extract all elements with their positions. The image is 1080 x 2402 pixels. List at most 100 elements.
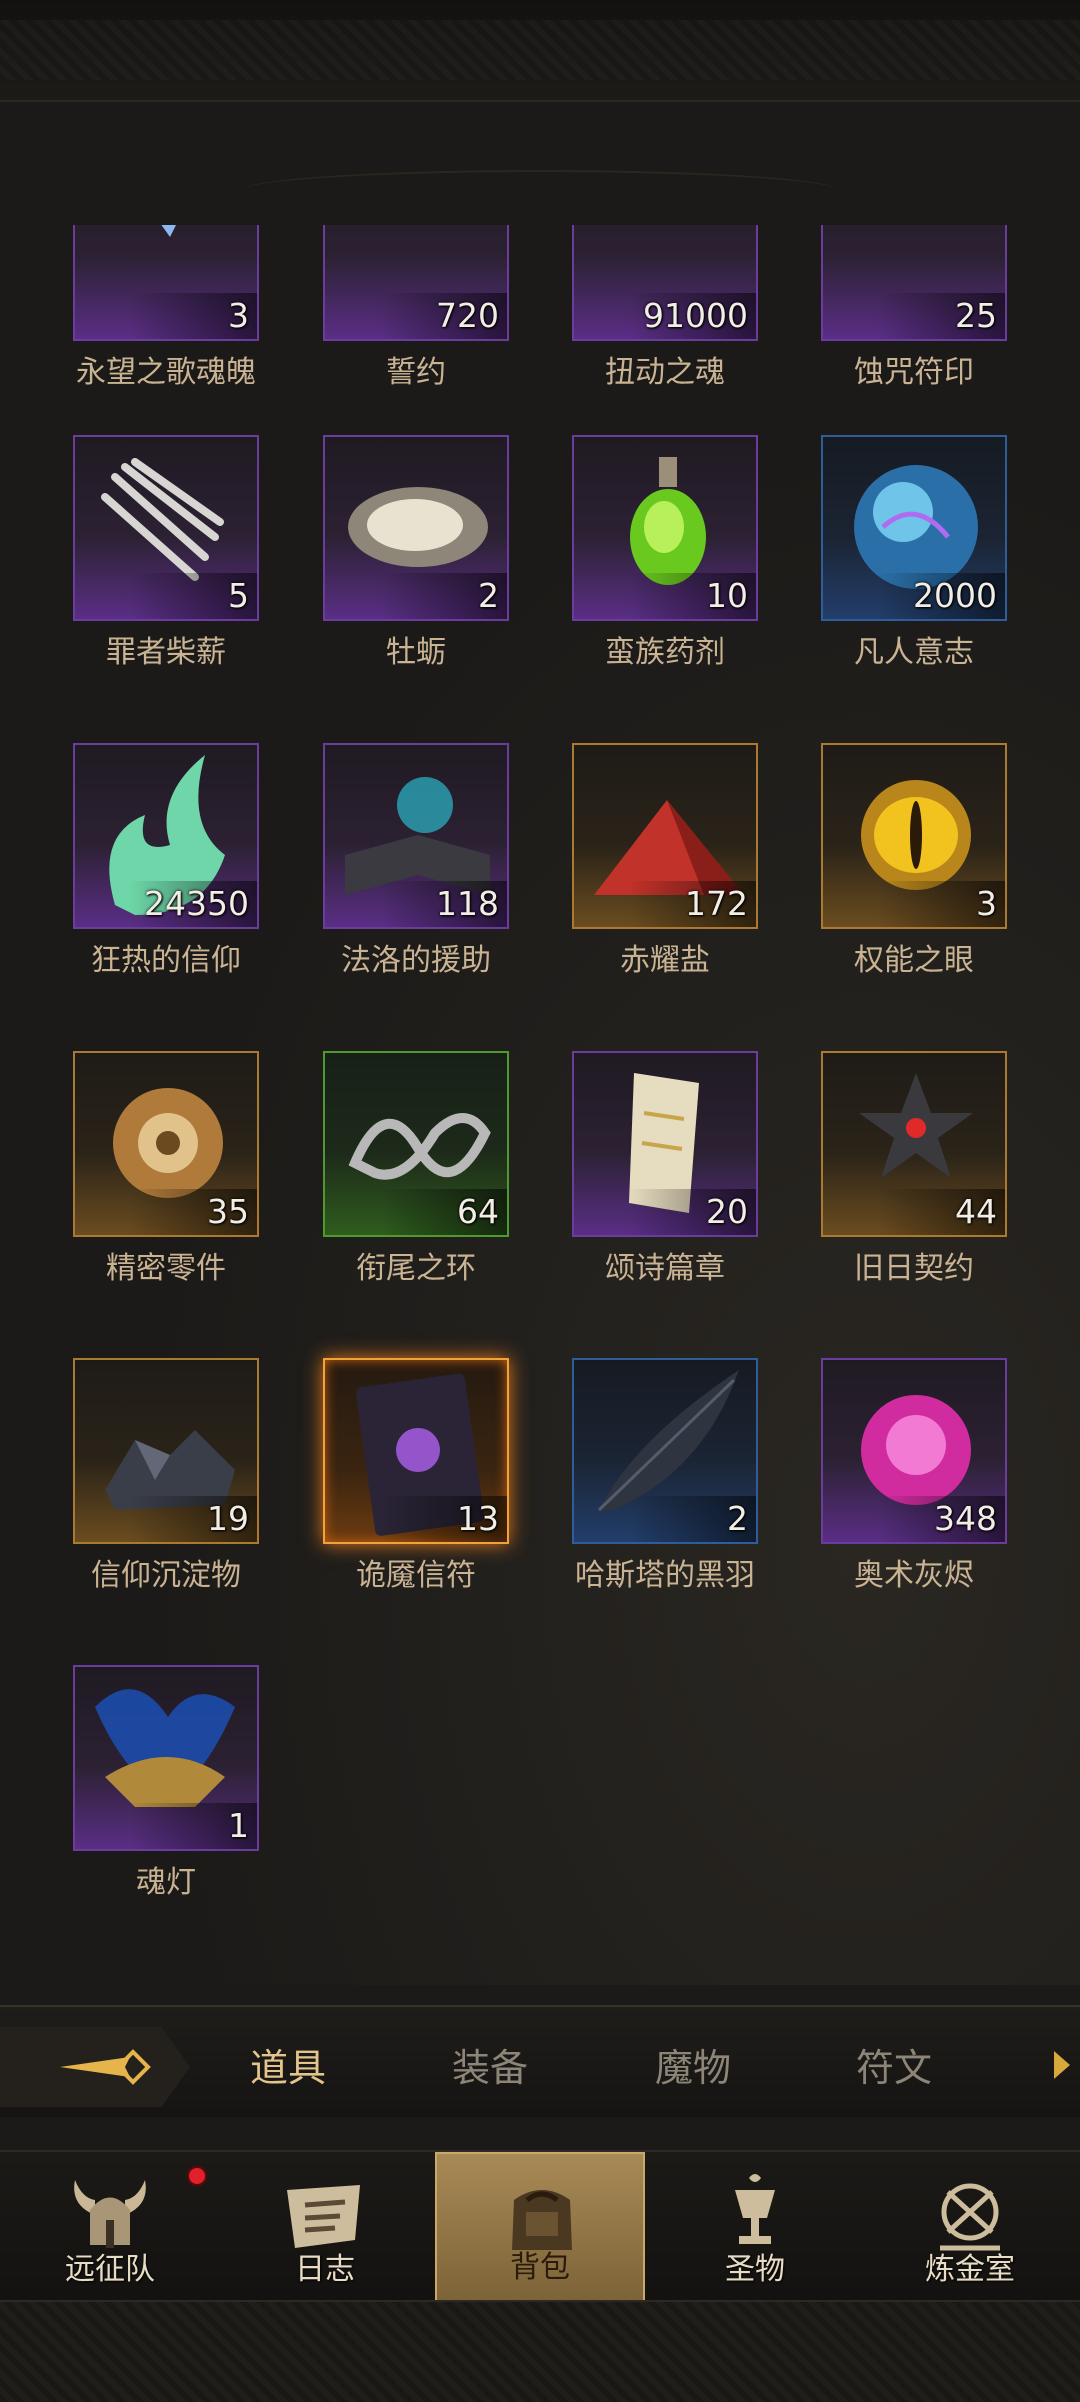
item-count: 720 bbox=[436, 296, 499, 335]
top-frame bbox=[0, 0, 1080, 102]
inventory-item[interactable]: 172 赤耀盐 bbox=[572, 743, 758, 978]
item-name: 永望之歌魂魄 bbox=[76, 355, 256, 390]
item-name: 奥术灰烬 bbox=[854, 1558, 974, 1593]
inventory-item[interactable]: 348 奥术灰烬 bbox=[821, 1358, 1007, 1593]
item-count: 24350 bbox=[144, 884, 249, 923]
item-slot[interactable]: 172 bbox=[572, 743, 758, 929]
item-name: 牡蛎 bbox=[386, 635, 446, 670]
item-count: 20 bbox=[706, 1192, 748, 1231]
item-slot[interactable]: 35 bbox=[73, 1051, 259, 1237]
item-name: 精密零件 bbox=[106, 1251, 226, 1286]
item-slot[interactable]: 2000 bbox=[821, 435, 1007, 621]
item-name: 衔尾之环 bbox=[356, 1251, 476, 1286]
nav-backpack[interactable]: 背包 bbox=[435, 2152, 645, 2302]
item-slot[interactable]: 3 bbox=[73, 225, 259, 341]
item-slot[interactable]: 348 bbox=[821, 1358, 1007, 1544]
item-name: 信仰沉淀物 bbox=[91, 1558, 241, 1593]
item-slot[interactable]: 2 bbox=[323, 435, 509, 621]
tab-equipment[interactable]: 装备 bbox=[452, 2037, 528, 2092]
inventory-item[interactable]: 24350 狂热的信仰 bbox=[73, 743, 259, 978]
item-slot[interactable]: 5 bbox=[73, 435, 259, 621]
nav-expedition[interactable]: 远征队 bbox=[5, 2152, 215, 2302]
inventory-item[interactable]: 720 誓约 bbox=[323, 225, 509, 390]
item-count: 3 bbox=[976, 884, 997, 923]
item-count: 1 bbox=[228, 1806, 249, 1845]
category-tab-bar: 道具 装备 魔物 符文 bbox=[0, 2005, 1080, 2117]
back-arrow-icon bbox=[60, 2049, 151, 2085]
item-count: 19 bbox=[207, 1499, 249, 1538]
item-name: 颂诗篇章 bbox=[605, 1251, 725, 1286]
item-count: 5 bbox=[228, 576, 249, 615]
item-slot[interactable]: 10 bbox=[572, 435, 758, 621]
item-slot[interactable]: 91000 bbox=[572, 225, 758, 341]
item-name: 蛮族药剂 bbox=[605, 635, 725, 670]
item-name: 蚀咒符印 bbox=[854, 355, 974, 390]
item-name: 誓约 bbox=[386, 355, 446, 390]
item-count: 3 bbox=[228, 296, 249, 335]
item-name: 狂热的信仰 bbox=[91, 943, 241, 978]
inventory-item[interactable]: 13 诡魇信符 bbox=[323, 1358, 509, 1593]
inventory-item[interactable]: 10 蛮族药剂 bbox=[572, 435, 758, 670]
tab-items[interactable]: 道具 bbox=[250, 2037, 326, 2092]
item-slot[interactable]: 19 bbox=[73, 1358, 259, 1544]
inventory-item[interactable]: 19 信仰沉淀物 bbox=[73, 1358, 259, 1593]
inventory-item[interactable]: 35 精密零件 bbox=[73, 1051, 259, 1286]
nav-journal[interactable]: 日志 bbox=[220, 2152, 430, 2302]
item-slot[interactable]: 1 bbox=[73, 1665, 259, 1851]
inventory-item[interactable]: 3 永望之歌魂魄 bbox=[73, 225, 259, 390]
tab-monsters[interactable]: 魔物 bbox=[655, 2037, 731, 2092]
inventory-item[interactable]: 1 魂灯 bbox=[73, 1665, 259, 1900]
item-name: 哈斯塔的黑羽 bbox=[575, 1558, 755, 1593]
item-count: 64 bbox=[457, 1192, 499, 1231]
inventory-item[interactable]: 64 衔尾之环 bbox=[323, 1051, 509, 1286]
item-name: 罪者柴薪 bbox=[106, 635, 226, 670]
item-slot[interactable]: 720 bbox=[323, 225, 509, 341]
tab-scroll-right-icon[interactable] bbox=[1054, 2051, 1070, 2079]
item-count: 91000 bbox=[643, 296, 748, 335]
item-count: 13 bbox=[457, 1499, 499, 1538]
inventory-item[interactable]: 2 牡蛎 bbox=[323, 435, 509, 670]
back-button[interactable] bbox=[0, 2027, 190, 2107]
nav-label: 日志 bbox=[295, 2252, 355, 2287]
item-slot[interactable]: 25 bbox=[821, 225, 1007, 341]
inventory-item[interactable]: 44 旧日契约 bbox=[821, 1051, 1007, 1286]
inventory-item[interactable]: 2000 凡人意志 bbox=[821, 435, 1007, 670]
nav-alchemy[interactable]: 炼金室 bbox=[865, 2152, 1075, 2302]
item-slot[interactable]: 13 bbox=[323, 1358, 509, 1544]
item-slot[interactable]: 20 bbox=[572, 1051, 758, 1237]
inventory-item[interactable]: 118 法洛的援助 bbox=[323, 743, 509, 978]
item-count: 348 bbox=[934, 1499, 997, 1538]
item-slot[interactable]: 64 bbox=[323, 1051, 509, 1237]
item-slot[interactable]: 118 bbox=[323, 743, 509, 929]
item-count: 44 bbox=[955, 1192, 997, 1231]
item-slot[interactable]: 24350 bbox=[73, 743, 259, 929]
frame-pattern bbox=[0, 20, 1080, 80]
notification-badge bbox=[187, 2166, 207, 2186]
item-name: 权能之眼 bbox=[854, 943, 974, 978]
nav-label: 圣物 bbox=[725, 2252, 785, 2287]
item-slot[interactable]: 2 bbox=[572, 1358, 758, 1544]
inventory-grid[interactable]: 3 永望之歌魂魄 720 誓约 91000 扭动之魂 25 蚀咒符印 5 罪者柴薪 2 牡蛎 10 蛮族药… bbox=[0, 225, 1080, 1985]
nav-label: 背包 bbox=[510, 2250, 570, 2285]
item-name: 凡人意志 bbox=[854, 635, 974, 670]
inventory-item[interactable]: 3 权能之眼 bbox=[821, 743, 1007, 978]
item-name: 扭动之魂 bbox=[605, 355, 725, 390]
item-count: 2 bbox=[478, 576, 499, 615]
inventory-item[interactable]: 5 罪者柴薪 bbox=[73, 435, 259, 670]
item-count: 35 bbox=[207, 1192, 249, 1231]
item-count: 172 bbox=[685, 884, 748, 923]
nav-relics[interactable]: 圣物 bbox=[650, 2152, 860, 2302]
item-name: 旧日契约 bbox=[854, 1251, 974, 1286]
item-count: 25 bbox=[955, 296, 997, 335]
item-count: 2000 bbox=[913, 576, 997, 615]
inventory-item[interactable]: 25 蚀咒符印 bbox=[821, 225, 1007, 390]
inventory-item[interactable]: 91000 扭动之魂 bbox=[572, 225, 758, 390]
item-slot[interactable]: 3 bbox=[821, 743, 1007, 929]
bottom-frame bbox=[0, 2300, 1080, 2402]
inventory-item[interactable]: 20 颂诗篇章 bbox=[572, 1051, 758, 1286]
nav-label: 炼金室 bbox=[925, 2252, 1015, 2287]
tab-runes[interactable]: 符文 bbox=[856, 2037, 932, 2092]
item-slot[interactable]: 44 bbox=[821, 1051, 1007, 1237]
inventory-item[interactable]: 2 哈斯塔的黑羽 bbox=[572, 1358, 758, 1593]
item-name: 法洛的援助 bbox=[341, 943, 491, 978]
